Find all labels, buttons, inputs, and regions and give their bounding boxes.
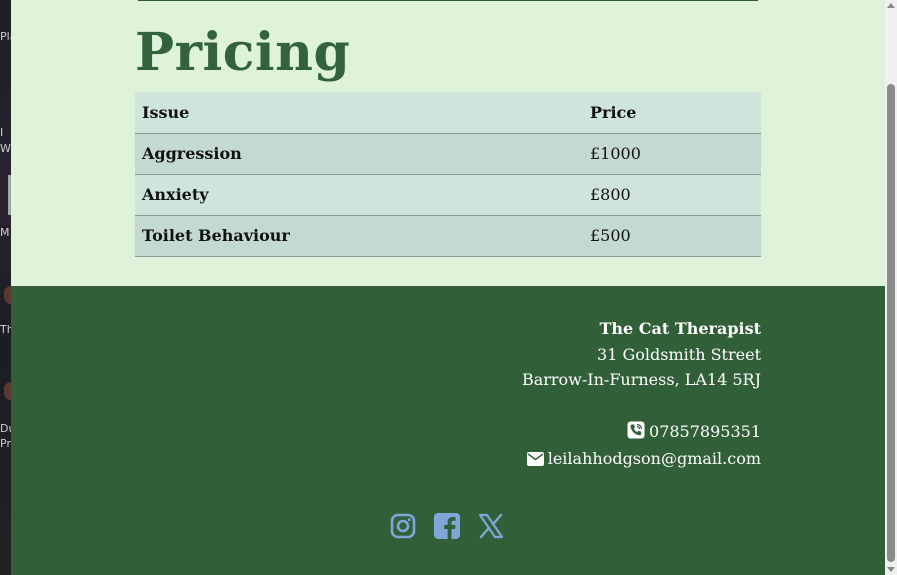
web-page: Pricing Issue Price Aggression £1000 Anx…: [11, 0, 885, 575]
email-row: leilahhodgson@gmail.com: [522, 446, 761, 474]
pricing-heading: Pricing: [135, 22, 351, 83]
contact-details: The Cat Therapist 31 Goldsmith Street Ba…: [522, 316, 761, 474]
phone-icon: [627, 421, 645, 447]
table-row: Toilet Behaviour £500: [135, 215, 761, 257]
phone-row: 07857895351: [522, 419, 761, 447]
phone-link[interactable]: 07857895351: [649, 422, 761, 441]
business-name: The Cat Therapist: [599, 319, 761, 338]
envelope-icon: [526, 448, 544, 474]
address-line-2: Barrow-In-Furness, LA14 5RJ: [521, 370, 761, 389]
address-line-1: 31 Goldsmith Street: [597, 344, 761, 364]
issue-cell: Toilet Behaviour: [135, 215, 583, 257]
column-header-price: Price: [583, 92, 761, 134]
scroll-down-arrow-icon[interactable]: [887, 567, 895, 572]
scroll-up-arrow-icon[interactable]: [887, 3, 895, 8]
desktop-label-fragment: Th: [0, 323, 11, 336]
desktop-icon-fragment: [4, 286, 11, 304]
desktop-icon-fragment: [4, 382, 11, 400]
x-twitter-icon[interactable]: [477, 511, 505, 541]
facebook-icon[interactable]: [433, 511, 461, 541]
column-header-issue: Issue: [135, 92, 583, 134]
price-cell: £500: [583, 215, 761, 257]
site-footer: The Cat Therapist 31 Goldsmith Street Ba…: [11, 286, 885, 575]
pricing-table: Issue Price Aggression £1000 Anxiety £80…: [135, 92, 761, 257]
scrollbar-thumb[interactable]: [887, 84, 895, 562]
email-link[interactable]: leilahhodgson@gmail.com: [548, 449, 761, 468]
desktop-label-fragment: Pr: [0, 437, 11, 450]
issue-cell: Anxiety: [135, 174, 583, 216]
desktop-label-fragment: Pla: [0, 30, 11, 43]
desktop-background-strip: Pla I W M Th Du Pr: [0, 0, 11, 575]
table-row: Anxiety £800: [135, 174, 761, 216]
vertical-scrollbar[interactable]: [885, 0, 897, 575]
social-links: [389, 511, 505, 541]
desktop-label-fragment: Du: [0, 422, 11, 435]
instagram-icon[interactable]: [389, 511, 417, 541]
price-cell: £800: [583, 174, 761, 216]
section-divider: [138, 0, 758, 1]
desktop-label-fragment: M: [0, 226, 10, 239]
desktop-label-fragment: I: [0, 126, 4, 139]
table-row: Aggression £1000: [135, 133, 761, 175]
desktop-label-fragment: W: [0, 142, 11, 155]
price-cell: £1000: [583, 133, 761, 175]
table-header-row: Issue Price: [135, 92, 761, 134]
issue-cell: Aggression: [135, 133, 583, 175]
